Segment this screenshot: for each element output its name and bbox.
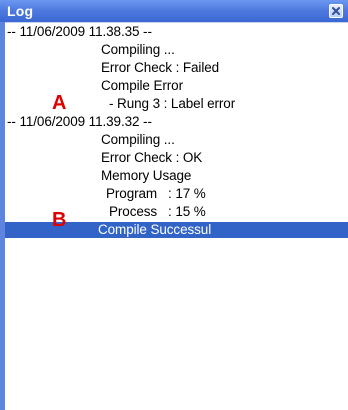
log-line[interactable]: - Rung 3 : Label error: [109, 96, 235, 112]
log-line[interactable]: Process : 15 %: [109, 204, 206, 220]
log-line[interactable]: Program : 17 %: [106, 186, 206, 202]
close-button[interactable]: [329, 4, 343, 18]
annotation-marker-b: B: [52, 209, 67, 231]
close-icon: [332, 7, 340, 15]
log-line[interactable]: Compiling ...: [101, 42, 175, 58]
log-line[interactable]: Error Check : Failed: [101, 60, 219, 76]
log-line[interactable]: Compiling ...: [101, 132, 175, 148]
annotation-marker-a: A: [52, 92, 67, 114]
log-line[interactable]: Error Check : OK: [101, 150, 202, 166]
log-line-timestamp[interactable]: -- 11/06/2009 11.38.35 --: [7, 24, 152, 40]
window-title: Log: [7, 3, 34, 19]
title-bar[interactable]: Log: [0, 0, 348, 22]
log-line[interactable]: Compile Error: [101, 78, 183, 94]
log-window: Log -- 11/06/2009 11.38.35 -- Compiling …: [0, 0, 348, 410]
log-line[interactable]: Memory Usage: [101, 168, 191, 184]
log-line-timestamp[interactable]: -- 11/06/2009 11.39.32 --: [7, 114, 152, 130]
